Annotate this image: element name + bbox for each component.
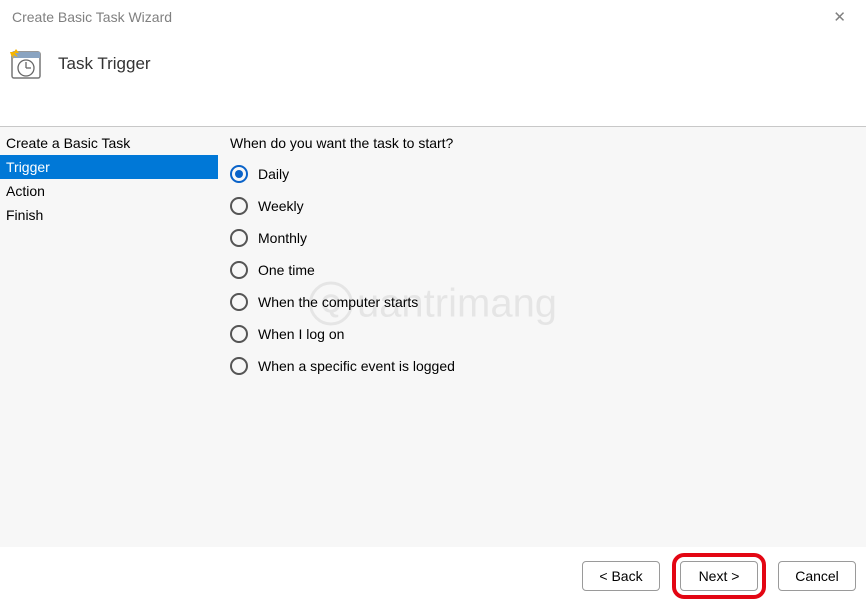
close-icon[interactable]: ✕ [825,4,854,30]
titlebar: Create Basic Task Wizard ✕ [0,0,866,34]
radio-icon [230,293,248,311]
cancel-button[interactable]: Cancel [778,561,856,591]
clock-wizard-icon [8,46,44,82]
radio-label: Daily [258,166,289,182]
wizard-sidebar: Create a Basic Task Trigger Action Finis… [0,127,218,547]
next-button[interactable]: Next > [680,561,758,591]
content-area: Create a Basic Task Trigger Action Finis… [0,126,866,547]
window-title: Create Basic Task Wizard [12,9,825,25]
radio-icon [230,229,248,247]
radio-option-computer-starts[interactable]: When the computer starts [230,293,854,311]
main-panel: When do you want the task to start? Dail… [218,127,866,547]
radio-label: One time [258,262,315,278]
wizard-header: Task Trigger [0,34,866,104]
radio-label: When a specific event is logged [258,358,455,374]
radio-option-log-on[interactable]: When I log on [230,325,854,343]
sidebar-item-trigger[interactable]: Trigger [0,155,218,179]
sidebar-item-action[interactable]: Action [0,179,218,203]
radio-label: Weekly [258,198,304,214]
radio-option-daily[interactable]: Daily [230,165,854,183]
back-button[interactable]: < Back [582,561,660,591]
sidebar-item-create-basic-task[interactable]: Create a Basic Task [0,131,218,155]
radio-icon [230,197,248,215]
trigger-question: When do you want the task to start? [230,135,854,151]
radio-label: When the computer starts [258,294,418,310]
radio-option-event-logged[interactable]: When a specific event is logged [230,357,854,375]
radio-icon [230,261,248,279]
radio-option-weekly[interactable]: Weekly [230,197,854,215]
next-button-highlight: Next > [672,553,766,599]
sidebar-item-finish[interactable]: Finish [0,203,218,227]
radio-icon [230,165,248,183]
radio-label: Monthly [258,230,307,246]
page-title: Task Trigger [58,54,151,74]
wizard-footer: < Back Next > Cancel [582,553,856,599]
radio-option-one-time[interactable]: One time [230,261,854,279]
radio-icon [230,357,248,375]
radio-option-monthly[interactable]: Monthly [230,229,854,247]
radio-icon [230,325,248,343]
radio-label: When I log on [258,326,344,342]
